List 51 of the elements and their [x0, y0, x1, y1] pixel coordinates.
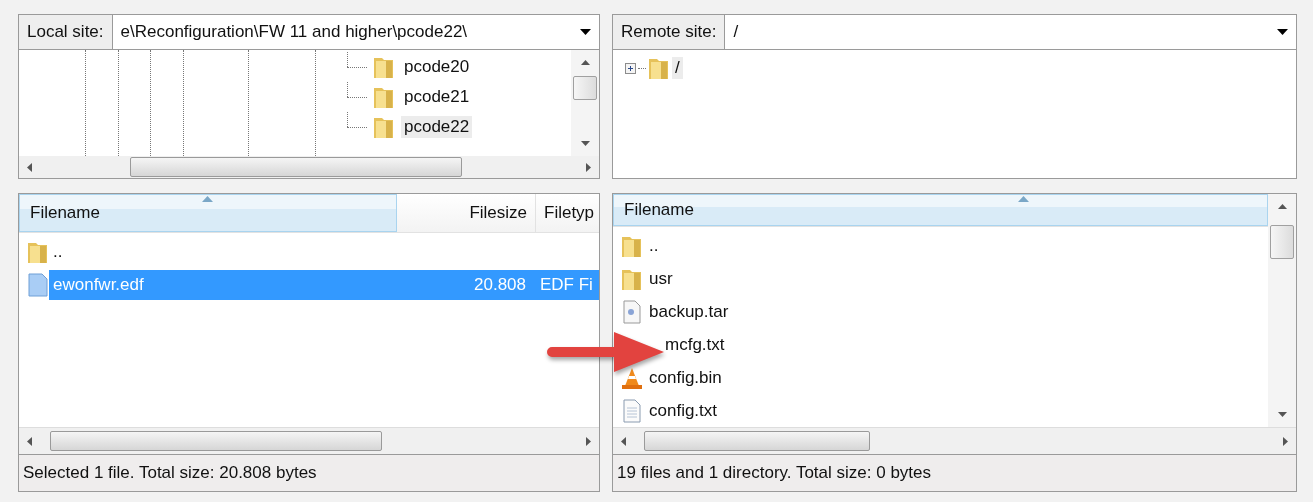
scroll-right-icon	[586, 436, 591, 446]
scroll-right-icon	[1283, 436, 1288, 446]
expand-icon[interactable]	[625, 62, 636, 74]
column-header[interactable]: Filename	[613, 194, 1268, 226]
tree-item[interactable]: pcode21	[401, 86, 473, 108]
scroll-up-icon	[1277, 204, 1287, 209]
text-file-icon	[621, 398, 643, 423]
path-dropdown[interactable]: /	[725, 15, 1296, 49]
scrollbar[interactable]	[1268, 194, 1296, 427]
scrollbar-thumb[interactable]	[573, 76, 597, 100]
scrollbar-thumb[interactable]	[50, 431, 382, 451]
scroll-left-icon	[27, 436, 32, 446]
scrollbar-thumb[interactable]	[130, 157, 462, 177]
folder-icon	[373, 85, 395, 109]
scroll-left-icon	[621, 436, 626, 446]
scroll-down-icon	[580, 141, 590, 146]
scroll-left-icon	[27, 162, 32, 172]
sort-icon	[202, 196, 213, 202]
tree-item[interactable]: pcode20	[401, 56, 473, 78]
site-label: Local site:	[19, 15, 113, 49]
file-name[interactable]: config.txt	[649, 400, 718, 421]
sort-icon	[1018, 196, 1029, 202]
scrollbar-thumb[interactable]	[1270, 225, 1294, 259]
tree-item[interactable]: pcode22	[401, 116, 473, 138]
scrollbar[interactable]	[613, 427, 1296, 454]
status-text: Selected 1 file. Total size: 20.808 bytes	[23, 463, 317, 483]
document-icon	[621, 299, 643, 324]
path-dropdown[interactable]: e\Reconfiguration\FW 11 and higher\pcode22\	[112, 15, 599, 49]
scroll-up-icon	[580, 60, 590, 65]
scroll-right-icon	[586, 162, 591, 172]
scrollbar[interactable]	[19, 427, 599, 454]
folder-icon	[648, 56, 670, 80]
caret-icon	[580, 29, 591, 35]
file-name[interactable]: ..	[649, 235, 659, 256]
file-row[interactable]: ..	[49, 236, 599, 267]
scroll-down-icon	[1277, 412, 1287, 417]
scrollbar[interactable]	[571, 50, 599, 156]
scrollbar[interactable]	[19, 156, 599, 178]
file-name[interactable]: backup.tar	[649, 301, 729, 322]
file-name[interactable]: usr	[649, 268, 673, 289]
scrollbar-thumb[interactable]	[644, 431, 870, 451]
folder-icon	[373, 55, 395, 79]
folder-icon	[373, 115, 395, 139]
column-header[interactable]: Filesize	[397, 194, 536, 232]
file-name[interactable]: mcfg.txt	[665, 334, 725, 355]
status-text: 19 files and 1 directory. Total size: 0 bytes	[617, 463, 932, 483]
column-header[interactable]: Filename	[19, 194, 397, 232]
caret-icon	[1277, 29, 1288, 35]
file-name[interactable]: config.bin	[649, 367, 722, 388]
tree-item[interactable]: /	[672, 57, 683, 79]
site-label: Remote site:	[613, 15, 726, 49]
